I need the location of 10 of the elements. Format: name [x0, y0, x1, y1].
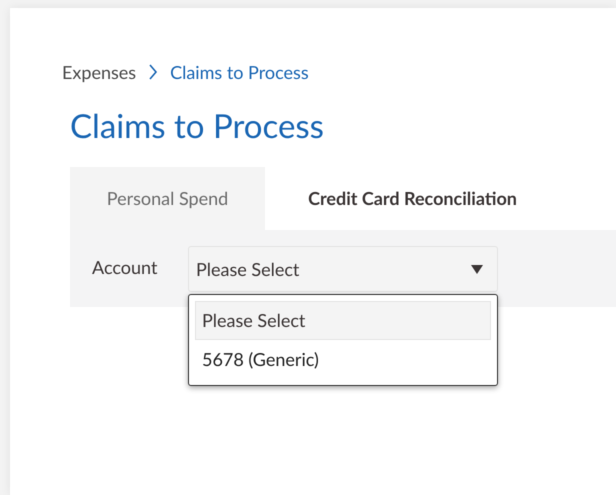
dropdown-arrow-icon — [471, 264, 483, 274]
tab[interactable]: Personal Spend — [70, 167, 265, 230]
chevron-right-icon — [148, 63, 158, 81]
account-label: Account — [92, 255, 158, 280]
breadcrumb-current[interactable]: Claims to Process — [170, 58, 309, 86]
dropdown-option[interactable]: Please Select — [195, 301, 491, 340]
account-select[interactable]: Please Select — [188, 246, 498, 292]
breadcrumb-link[interactable]: Expenses — [62, 58, 136, 86]
page-title: Claims to Process — [70, 105, 325, 148]
dropdown-option[interactable]: 5678 (Generic) — [195, 340, 491, 379]
